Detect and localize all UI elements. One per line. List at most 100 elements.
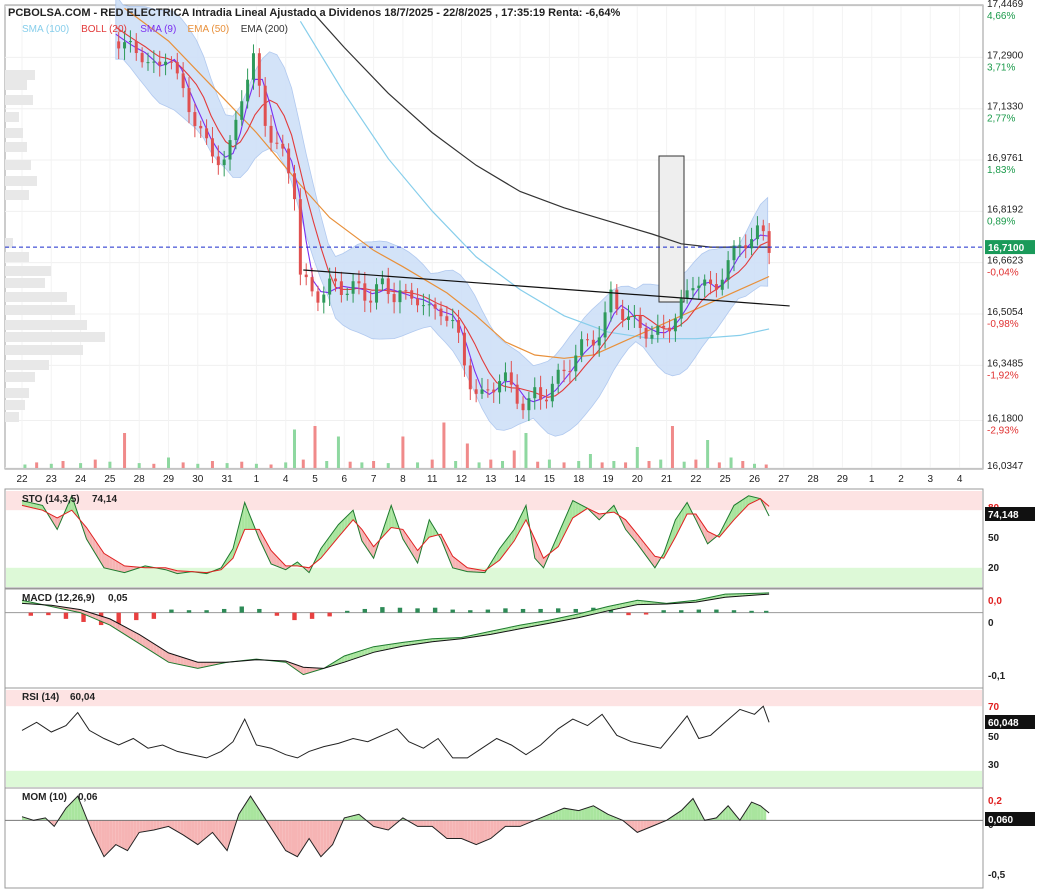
- mom-fill: [452, 820, 456, 839]
- candle-body: [603, 312, 607, 338]
- candle-body: [691, 288, 695, 291]
- x-tick-label: 26: [749, 474, 761, 485]
- mom-fill: [429, 820, 433, 827]
- mom-fill: [323, 820, 327, 854]
- macd-fill: [171, 653, 175, 664]
- mom-fill: [145, 820, 148, 832]
- mom-fill: [189, 820, 192, 841]
- macd-hist-bar: [538, 608, 543, 613]
- candle-body: [134, 41, 138, 54]
- candle-body: [228, 140, 232, 160]
- mom-fill: [385, 820, 389, 831]
- profile-bar: [5, 320, 87, 330]
- volume-bar: [524, 433, 528, 468]
- osc-tick-label: 70: [988, 702, 1000, 713]
- candle-body: [697, 285, 701, 289]
- legend-entry: EMA (200): [241, 24, 288, 35]
- mom-fill: [420, 820, 424, 827]
- x-tick-label: 29: [163, 474, 175, 485]
- mom-fill: [156, 820, 160, 830]
- volume-bar: [137, 463, 141, 468]
- profile-bar: [5, 292, 67, 302]
- candle-body: [240, 101, 244, 120]
- candle-body: [140, 53, 144, 63]
- macd-hist-bar: [468, 610, 473, 613]
- candle-body: [146, 62, 150, 64]
- x-tick-label: 5: [312, 474, 318, 485]
- volume-bar: [600, 462, 604, 468]
- mom-fill: [470, 820, 474, 844]
- sto-fill: [572, 500, 576, 518]
- mom-fill: [517, 820, 521, 827]
- candle-body: [574, 355, 578, 372]
- price-axis: 17,44694,66% 17,29003,71% 17,13302,77% 16,9…: [982, 0, 1024, 472]
- candle-body: [580, 339, 584, 356]
- candle-body: [404, 290, 408, 292]
- macd-hist-bar: [28, 612, 33, 616]
- candle-body: [334, 278, 338, 282]
- candle-body: [351, 281, 355, 294]
- candle-body: [181, 73, 185, 89]
- x-tick-label: 25: [104, 474, 116, 485]
- volume-bar: [35, 462, 39, 468]
- x-tick-label: 28: [134, 474, 146, 485]
- x-tick-label: 7: [371, 474, 377, 485]
- macd-value: 0,05: [108, 593, 128, 604]
- candle-body: [709, 279, 713, 285]
- mom-fill: [569, 809, 573, 821]
- candle-body: [509, 372, 513, 385]
- mom-fill: [379, 820, 383, 829]
- volume-bar: [659, 459, 663, 468]
- candle-body: [457, 320, 461, 333]
- mom-fill: [590, 805, 594, 821]
- pct-tick-label: -0,98%: [987, 319, 1019, 330]
- candle-body: [767, 231, 771, 253]
- profile-bar: [5, 112, 19, 122]
- volume-bar: [442, 422, 446, 468]
- candle-body: [632, 315, 636, 317]
- candle-body: [251, 53, 255, 80]
- mom-fill: [288, 820, 292, 854]
- mom-fill: [104, 820, 107, 857]
- mom-fill: [449, 820, 453, 839]
- sto-fill: [104, 553, 107, 569]
- mom-fill: [476, 820, 480, 845]
- sto-value: 74,14: [92, 494, 117, 505]
- mom-fill: [329, 820, 333, 848]
- candle-body: [668, 327, 672, 332]
- candle-body: [257, 53, 261, 86]
- volume-bar: [489, 459, 493, 468]
- candle-body: [287, 148, 291, 174]
- price-tick-label: 17,4469: [987, 0, 1024, 10]
- mom-fill: [578, 809, 582, 821]
- candle-body: [627, 316, 631, 320]
- macd-hist-bar: [186, 610, 192, 613]
- x-tick-label: 24: [75, 474, 87, 485]
- candle-body: [304, 274, 308, 278]
- mom-fill: [587, 806, 591, 821]
- pct-tick-label: 4,66%: [987, 11, 1015, 22]
- mom-fill: [162, 820, 166, 828]
- price-tick-label: 16,3485: [987, 358, 1024, 369]
- mom-fill: [124, 820, 128, 851]
- candle-body: [421, 305, 425, 307]
- candle-body: [556, 369, 560, 384]
- oversold-zone: [6, 770, 982, 787]
- candle-body: [644, 327, 648, 339]
- mom-fill: [490, 820, 494, 839]
- x-tick-label: 4: [283, 474, 289, 485]
- volume-bar: [348, 461, 352, 468]
- candle-body: [533, 387, 537, 399]
- macd-hist-bar: [626, 612, 631, 616]
- rsi-title: RSI (14): [22, 692, 59, 703]
- candle-body: [744, 245, 748, 249]
- volume-bar: [49, 463, 53, 468]
- candle-body: [650, 334, 654, 339]
- mom-fill: [147, 820, 151, 831]
- volume-bar: [79, 463, 83, 468]
- legend-entry: BOLL (20): [81, 24, 127, 35]
- candle-body: [193, 112, 197, 126]
- mom-fill: [180, 820, 184, 835]
- profile-bar: [5, 160, 31, 170]
- mom-fill: [426, 820, 430, 827]
